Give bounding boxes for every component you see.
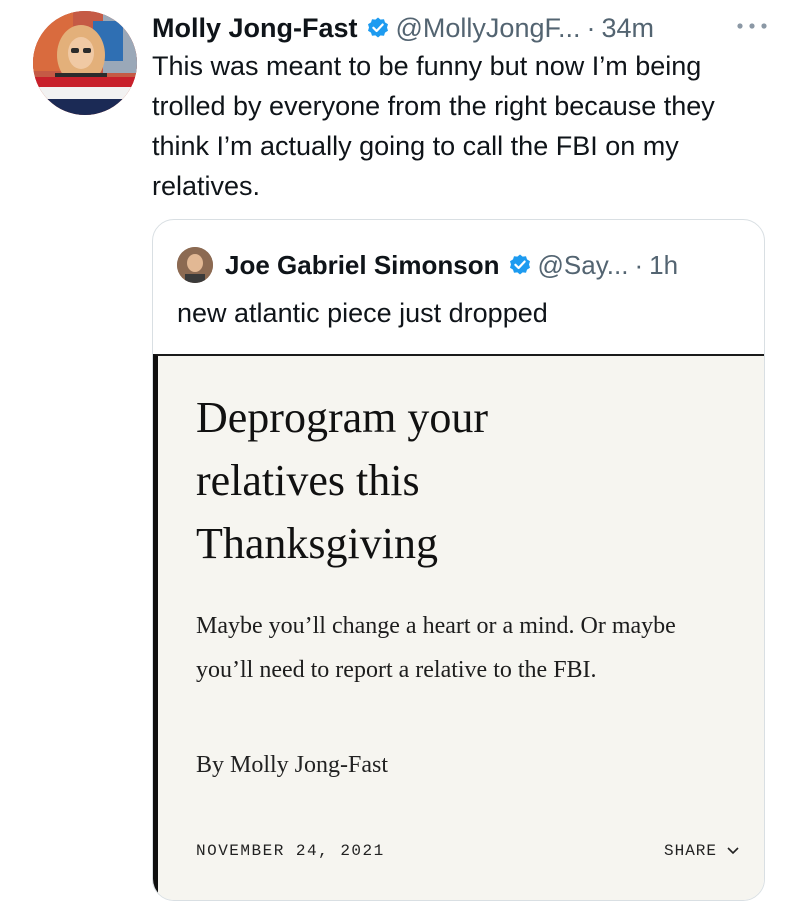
article-title: Deprogram your relatives this Thanksgivi…: [196, 393, 489, 568]
share-label: SHARE: [663, 842, 717, 860]
article-date: NOVEMBER 24, 2021: [196, 842, 385, 860]
more-options-icon[interactable]: [732, 8, 772, 44]
separator-dot: ·: [634, 249, 644, 280]
quoted-tweet-header: Joe Gabriel Simonson @Say... · 1h: [177, 242, 678, 288]
article-byline: By Molly Jong-Fast: [196, 752, 389, 778]
share-button[interactable]: SHARE: [664, 842, 739, 860]
quoted-tweet[interactable]: Joe Gabriel Simonson @Say... · 1h new at…: [152, 219, 765, 901]
separator-dot: ·: [586, 12, 596, 43]
quoted-author-name[interactable]: Joe Gabriel Simonson: [225, 250, 500, 281]
article-subheading: Maybe you’ll change a heart or a mind. O…: [196, 613, 676, 683]
verified-badge-icon: [508, 253, 532, 277]
quoted-author-handle[interactable]: @Say...: [538, 250, 629, 281]
verified-badge-icon: [366, 16, 390, 40]
author-avatar[interactable]: [33, 11, 137, 115]
tweet-timestamp[interactable]: 34m: [601, 13, 654, 44]
avatar-image: [33, 11, 137, 115]
article-screenshot-card[interactable]: Deprogram your relatives this Thanksgivi…: [153, 354, 764, 900]
author-name[interactable]: Molly Jong-Fast: [152, 13, 358, 44]
chevron-down-icon: [727, 847, 739, 855]
quoted-tweet-text: new atlantic piece just dropped: [177, 298, 548, 328]
author-handle[interactable]: @MollyJongF...: [396, 13, 581, 44]
tweet-text: This was meant to be funny but now I’m b…: [152, 51, 715, 201]
quoted-tweet-timestamp[interactable]: 1h: [649, 250, 678, 281]
tweet-header: Molly Jong-Fast @MollyJongF... · 34m: [152, 6, 772, 50]
quoted-author-avatar[interactable]: [177, 247, 213, 283]
